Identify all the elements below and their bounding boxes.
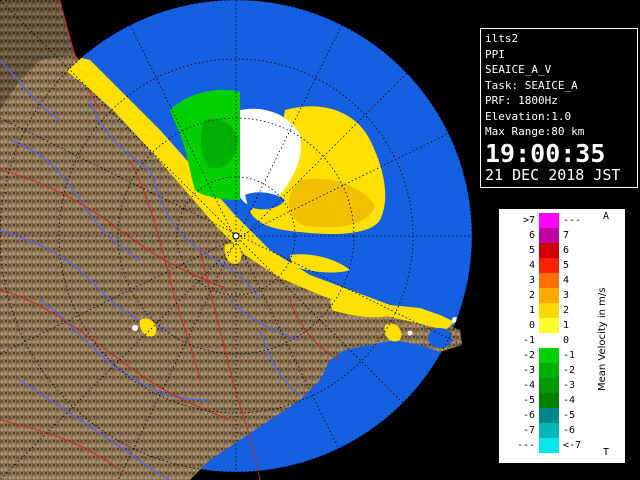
legend-row-upper-label: 6 [563, 245, 570, 256]
legend-row-upper-label: -6 [563, 425, 576, 436]
legend-color-swatch [539, 258, 559, 273]
legend-row-lower-label: 2 [528, 290, 535, 301]
legend-row-upper-label: -2 [563, 365, 576, 376]
legend-row-lower-label: -4 [522, 380, 535, 391]
radar-site-marker [232, 232, 240, 240]
legend-row-upper-label: 1 [563, 320, 570, 331]
legend-row-lower-label: -6 [522, 410, 535, 421]
scan-date: 21 DEC 2018 JST [485, 165, 621, 184]
legend-color-swatch [539, 378, 559, 393]
legend-row-lower-label: >7 [522, 215, 535, 226]
legend-row-lower-label: -7 [522, 425, 535, 436]
legend-bottom-mark: T [603, 447, 610, 458]
legend-row-lower-label: -3 [522, 365, 535, 376]
legend-row-lower-label: -1 [522, 335, 535, 346]
product-type: PPI [485, 47, 505, 61]
legend-row-upper-label: -1 [563, 350, 576, 361]
prf-value: PRF: 1800Hz [485, 94, 558, 107]
legend-row-upper-label: -3 [563, 380, 576, 391]
legend-row-lower-label: 0 [528, 320, 535, 331]
legend-row-upper-label: -4 [563, 395, 576, 406]
legend-color-swatch [539, 393, 559, 408]
legend-row-lower-label: 1 [528, 305, 535, 316]
legend-row-upper-label: --- [563, 215, 582, 226]
radar-display: ilts2 PPI SEAICE_A_V Task: SEAICE_A PRF:… [0, 0, 640, 480]
legend-color-swatch [539, 348, 559, 363]
legend-row-lower-label: 5 [528, 245, 535, 256]
legend-row-upper-label: 4 [563, 275, 570, 286]
legend-color-swatch [539, 288, 559, 303]
legend-top-mark: A [603, 211, 610, 222]
legend-color-swatch [539, 213, 559, 228]
radar-ppi-map [0, 0, 480, 480]
max-range-value: Max Range:80 km [485, 125, 585, 138]
coastal-lake [428, 328, 452, 348]
legend-row: 67 [499, 228, 625, 243]
legend-color-swatch [539, 303, 559, 318]
legend-row-upper-label: 2 [563, 305, 570, 316]
legend-color-swatch [539, 408, 559, 423]
task-name: Task: SEAICE_A [485, 78, 578, 92]
scan-time: 19:00:35 [485, 138, 606, 168]
legend-row-lower-label: -5 [522, 395, 535, 406]
legend-color-swatch [539, 273, 559, 288]
legend-color-swatch [539, 243, 559, 258]
legend-color-swatch [539, 228, 559, 243]
legend-color-swatch [539, 333, 559, 348]
legend-row-upper-label: 3 [563, 290, 570, 301]
legend-row-lower-label: 4 [528, 260, 535, 271]
field-name: SEAICE_A_V [485, 63, 552, 76]
legend-title: Mean Velocity in m/s [597, 287, 608, 391]
legend-color-swatch [539, 438, 559, 453]
legend-row-lower-label: 6 [528, 230, 535, 241]
legend-row-lower-label: --- [516, 440, 535, 451]
legend-row-lower-label: -2 [522, 350, 535, 361]
legend-color-swatch [539, 363, 559, 378]
info-panel: ilts2 PPI SEAICE_A_V Task: SEAICE_A PRF:… [480, 28, 638, 188]
legend-row-upper-label: <-7 [563, 440, 582, 451]
elevation-value: Elevation:1.0 [485, 109, 572, 123]
legend-row-upper-label: 5 [563, 260, 570, 271]
legend-color-swatch [539, 318, 559, 333]
site-name: ilts2 [485, 32, 519, 45]
legend-row-lower-label: 3 [528, 275, 535, 286]
legend-row-upper-label: -5 [563, 410, 576, 421]
velocity-color-legend: >7 --- 6 7 5 6 4 5 3 4 2 3 1 2 0 1 -1 0 -2 -1 -3 -2 -4 -3 -5 -4 -6… [499, 209, 625, 463]
legend-row-upper-label: 0 [563, 335, 570, 346]
legend-color-swatch [539, 423, 559, 438]
legend-row-upper-label: 7 [563, 230, 570, 241]
